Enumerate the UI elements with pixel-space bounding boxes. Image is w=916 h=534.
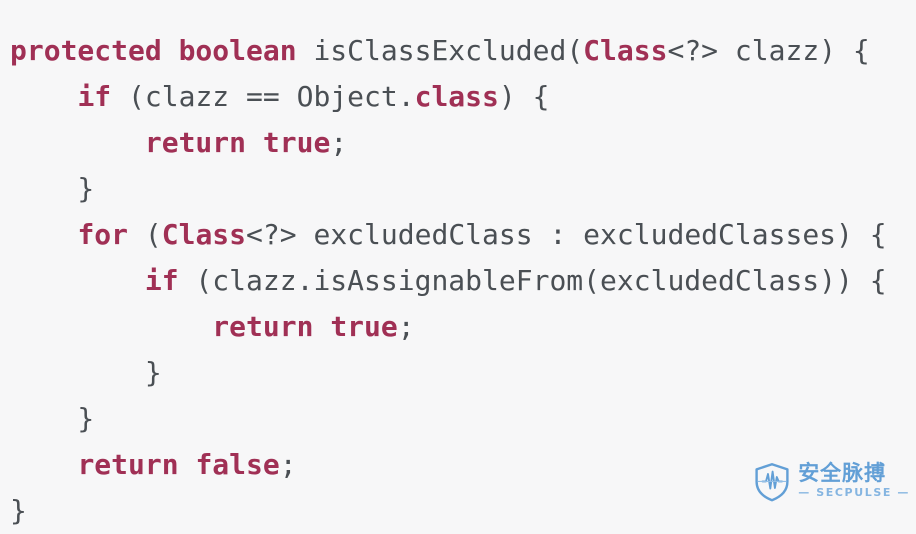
code-token-plain: (clazz == Object. bbox=[111, 80, 415, 113]
code-token-plain: <?> excludedClass : excludedClasses) { bbox=[246, 218, 887, 251]
watermark-brand-cn: 安全脉搏 bbox=[798, 461, 887, 485]
code-token-kw: for bbox=[77, 218, 129, 251]
code-line: protected boolean isClassExcluded(Class<… bbox=[10, 28, 910, 74]
watermark-secpulse: 安全脉搏 — SECPULSE — bbox=[753, 462, 910, 502]
code-token-punc: ; bbox=[279, 448, 297, 481]
code-token-plain: ( bbox=[128, 218, 162, 251]
code-screenshot-root: protected boolean isClassExcluded(Class<… bbox=[0, 0, 916, 527]
code-line: } bbox=[10, 166, 910, 212]
code-token-kw: false bbox=[195, 448, 280, 481]
code-token-type: Class bbox=[161, 218, 247, 251]
watermark-brand-en: — SECPULSE — bbox=[798, 486, 910, 499]
code-line: return true; bbox=[10, 120, 910, 166]
code-token-kw: return bbox=[77, 448, 179, 481]
code-token-plain: } bbox=[10, 172, 95, 205]
code-token-plain: } bbox=[10, 402, 95, 435]
code-token-kw: class bbox=[414, 80, 499, 113]
code-token-kw: return bbox=[144, 126, 247, 159]
shield-pulse-icon bbox=[753, 462, 791, 502]
code-block[interactable]: protected boolean isClassExcluded(Class<… bbox=[10, 28, 910, 534]
code-token-kw: if bbox=[77, 80, 112, 113]
code-line: if (clazz == Object.class) { bbox=[10, 74, 910, 120]
code-token-plain: <?> clazz) { bbox=[667, 34, 870, 67]
watermark-text: 安全脉搏 — SECPULSE — bbox=[798, 462, 910, 502]
code-token-kw: true bbox=[262, 126, 331, 159]
code-token-plain: isClassExcluded( bbox=[296, 34, 584, 67]
code-token-kw: if bbox=[144, 264, 179, 297]
code-token-type: Class bbox=[583, 34, 668, 67]
code-token-punc: ; bbox=[397, 310, 415, 343]
code-token-kw: true bbox=[330, 310, 398, 343]
code-token-plain: } bbox=[10, 494, 27, 527]
code-line: if (clazz.isAssignableFrom(excludedClass… bbox=[10, 258, 910, 304]
code-line: return true; bbox=[10, 304, 910, 350]
code-token-plain: } bbox=[10, 356, 162, 389]
code-token-kw: boolean bbox=[178, 34, 297, 67]
code-token-plain: ) { bbox=[498, 80, 550, 113]
code-line: } bbox=[10, 396, 910, 442]
code-token-kw: protected bbox=[10, 34, 162, 67]
code-token-punc: ; bbox=[330, 126, 348, 159]
code-token-plain: (clazz.isAssignableFrom(excludedClass)) … bbox=[178, 264, 887, 297]
code-line: for (Class<?> excludedClass : excludedCl… bbox=[10, 212, 910, 258]
code-line: } bbox=[10, 350, 910, 396]
code-token-kw: return bbox=[212, 310, 314, 343]
